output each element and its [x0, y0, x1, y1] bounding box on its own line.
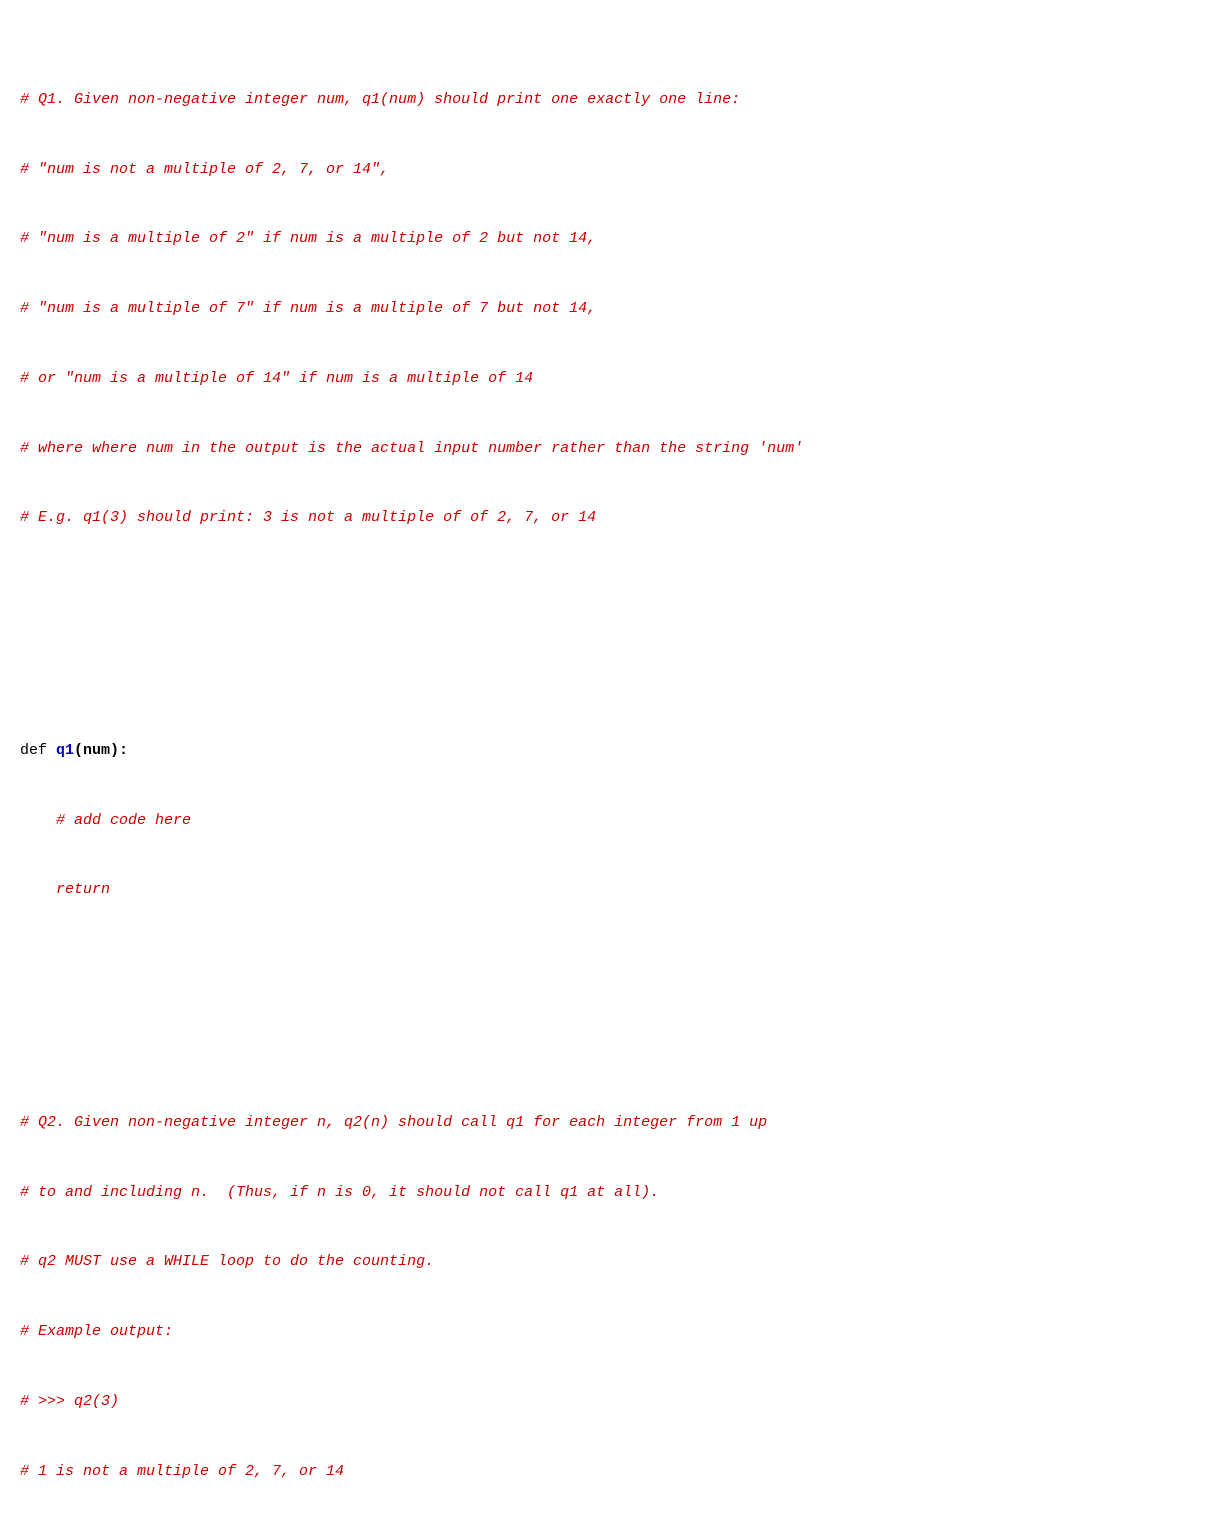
code-editor: # Q1. Given non-negative integer num, q1…	[20, 18, 1210, 1516]
comment-q2-line3: # q2 MUST use a WHILE loop to do the cou…	[20, 1250, 1210, 1273]
blank-line-2	[20, 995, 1210, 1018]
func-name-q1: q1	[56, 742, 74, 759]
comment-q1-line6: # where where num in the output is the a…	[20, 437, 1210, 460]
comment-q1-line3: # "num is a multiple of 2" if num is a m…	[20, 227, 1210, 250]
blank-line-1	[20, 623, 1210, 646]
comment-q2-line1: # Q2. Given non-negative integer n, q2(n…	[20, 1111, 1210, 1134]
comment-q2-line4: # Example output:	[20, 1320, 1210, 1343]
comment-q1-line2: # "num is not a multiple of 2, 7, or 14"…	[20, 158, 1210, 181]
def-q1-line: def q1(num):	[20, 739, 1210, 762]
func-q1-comment: # add code here	[20, 809, 1210, 832]
comment-q2-line2: # to and including n. (Thus, if n is 0, …	[20, 1181, 1210, 1204]
comment-q1-line5: # or "num is a multiple of 14" if num is…	[20, 367, 1210, 390]
comment-q1-line7: # E.g. q1(3) should print: 3 is not a mu…	[20, 506, 1210, 529]
keyword-def-q1: def	[20, 742, 47, 759]
comment-q1-line4: # "num is a multiple of 7" if num is a m…	[20, 297, 1210, 320]
comment-q1-line1: # Q1. Given non-negative integer num, q1…	[20, 88, 1210, 111]
func-q1-return: return	[20, 878, 1210, 901]
comment-q2-line5: # >>> q2(3)	[20, 1390, 1210, 1413]
comment-q2-line6: # 1 is not a multiple of 2, 7, or 14	[20, 1460, 1210, 1483]
func-params-q1: (num):	[74, 742, 128, 759]
